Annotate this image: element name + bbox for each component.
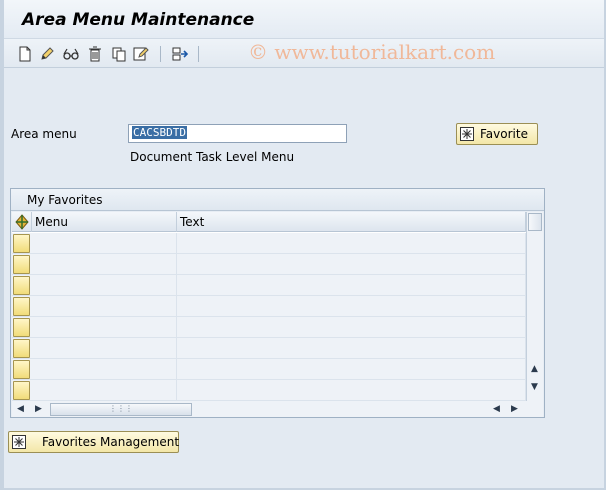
table-row[interactable] bbox=[12, 380, 526, 401]
my-favorites-panel: My Favorites Menu Text ▲ ▼ ◀ ▶ ⋮⋮⋮ ◀ ▶ bbox=[10, 188, 545, 418]
row-selector[interactable] bbox=[13, 276, 30, 295]
table-row[interactable] bbox=[12, 254, 526, 275]
favorite-button-label: Favorite bbox=[480, 127, 528, 141]
cell-text[interactable] bbox=[177, 254, 526, 275]
sap-screen: Area Menu Maintenance © www.tutorialkart… bbox=[0, 0, 606, 490]
row-selector[interactable] bbox=[13, 297, 30, 316]
area-menu-description: Document Task Level Menu bbox=[130, 150, 295, 164]
row-selector[interactable] bbox=[13, 339, 30, 358]
table-row[interactable] bbox=[12, 359, 526, 380]
title-bar: Area Menu Maintenance bbox=[4, 0, 604, 38]
cell-text[interactable] bbox=[177, 359, 526, 380]
area-menu-label: Area menu bbox=[11, 127, 77, 141]
table-row[interactable] bbox=[12, 275, 526, 296]
column-header-text[interactable]: Text bbox=[177, 212, 526, 232]
favorites-header: My Favorites bbox=[11, 189, 544, 211]
favorite-button[interactable]: Favorite bbox=[456, 123, 538, 145]
table-row[interactable] bbox=[12, 296, 526, 317]
scroll-right-arrow-icon[interactable]: ▶ bbox=[511, 404, 518, 414]
row-selector[interactable] bbox=[13, 255, 30, 274]
toolbar-separator bbox=[198, 46, 199, 62]
cell-menu[interactable] bbox=[32, 317, 177, 338]
row-selector[interactable] bbox=[13, 360, 30, 379]
favorites-management-button[interactable]: Favorites Management bbox=[8, 431, 179, 453]
cell-menu[interactable] bbox=[32, 338, 177, 359]
scroll-left-arrow-icon[interactable]: ◀ bbox=[493, 404, 500, 414]
cell-text[interactable] bbox=[177, 338, 526, 359]
cell-menu[interactable] bbox=[32, 275, 177, 296]
row-selector[interactable] bbox=[13, 318, 30, 337]
page-title: Area Menu Maintenance bbox=[22, 10, 255, 30]
cell-text[interactable] bbox=[177, 275, 526, 296]
scroll-right-arrow-icon[interactable]: ▶ bbox=[35, 404, 42, 414]
table-row[interactable] bbox=[12, 338, 526, 359]
favorites-management-label: Favorites Management bbox=[42, 435, 180, 449]
favorites-table: Menu Text ▲ ▼ bbox=[12, 212, 543, 402]
favorites-title: My Favorites bbox=[27, 193, 103, 207]
toolbar-separator bbox=[160, 46, 161, 62]
table-row[interactable] bbox=[12, 317, 526, 338]
cell-text[interactable] bbox=[177, 296, 526, 317]
horizontal-scrollbar[interactable]: ◀ ▶ ⋮⋮⋮ ◀ ▶ bbox=[12, 401, 543, 417]
change-edit-icon[interactable] bbox=[132, 45, 150, 63]
cell-menu[interactable] bbox=[32, 254, 177, 275]
copy-icon[interactable] bbox=[110, 45, 128, 63]
cell-text[interactable] bbox=[177, 317, 526, 338]
vertical-scrollbar-thumb[interactable] bbox=[528, 213, 542, 231]
cell-menu[interactable] bbox=[32, 296, 177, 317]
scroll-up-arrow-icon[interactable]: ▲ bbox=[531, 364, 538, 374]
cell-menu[interactable] bbox=[32, 380, 177, 401]
favorites-management-icon bbox=[12, 435, 26, 449]
vertical-scrollbar[interactable]: ▲ ▼ bbox=[526, 212, 543, 402]
favorite-star-icon bbox=[460, 127, 474, 141]
table-row[interactable] bbox=[12, 233, 526, 254]
transport-arrow-icon[interactable] bbox=[172, 45, 190, 63]
horizontal-scrollbar-thumb[interactable]: ⋮⋮⋮ bbox=[50, 403, 192, 416]
scroll-down-arrow-icon[interactable]: ▼ bbox=[531, 382, 538, 392]
cell-text[interactable] bbox=[177, 380, 526, 401]
row-selector[interactable] bbox=[13, 381, 30, 400]
scroll-left-arrow-icon[interactable]: ◀ bbox=[17, 404, 24, 414]
area-menu-value: CACSBDTD bbox=[132, 126, 187, 139]
table-column-header: Menu Text bbox=[12, 212, 526, 232]
watermark: © www.tutorialkart.com bbox=[248, 40, 496, 64]
column-header-menu[interactable]: Menu bbox=[32, 212, 177, 232]
delete-trash-icon[interactable] bbox=[86, 45, 104, 63]
row-selector[interactable] bbox=[13, 234, 30, 253]
display-glasses-icon[interactable] bbox=[62, 45, 80, 63]
area-menu-input[interactable]: CACSBDTD bbox=[128, 124, 347, 143]
cell-menu[interactable] bbox=[32, 359, 177, 380]
table-settings-icon[interactable] bbox=[12, 212, 32, 232]
cell-text[interactable] bbox=[177, 233, 526, 254]
cell-menu[interactable] bbox=[32, 233, 177, 254]
edit-pencil-icon[interactable] bbox=[38, 45, 56, 63]
new-document-icon[interactable] bbox=[16, 45, 34, 63]
